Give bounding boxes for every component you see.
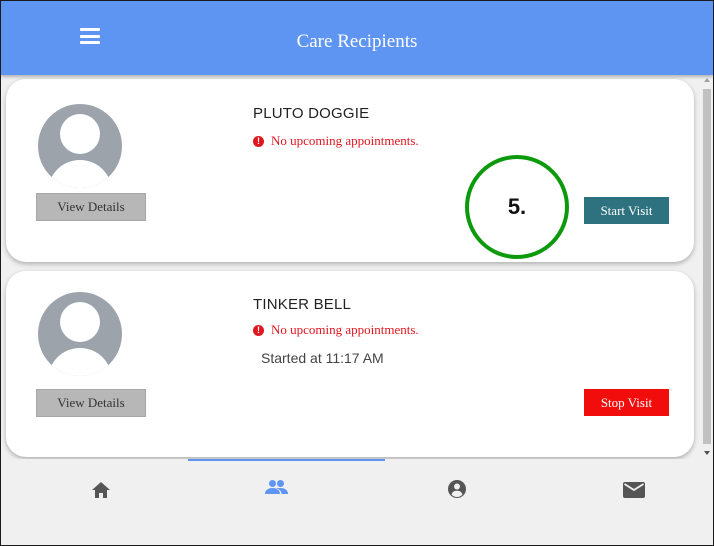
view-details-button[interactable]: View Details xyxy=(36,193,146,221)
scroll-up-arrow-icon[interactable] xyxy=(704,78,710,82)
recipient-card: View Details TINKER BELL ! No upcoming a… xyxy=(6,271,694,457)
mail-icon[interactable] xyxy=(619,477,649,503)
recipient-name: PLUTO DOGGIE xyxy=(253,105,370,122)
active-tab-indicator xyxy=(188,459,385,461)
app-header: Care Recipients xyxy=(1,1,713,75)
account-icon[interactable] xyxy=(442,477,472,503)
visit-started-time: Started at 11:17 AM xyxy=(261,350,384,366)
people-icon[interactable] xyxy=(261,477,291,503)
recipient-name: TINKER BELL xyxy=(253,296,352,313)
page-title: Care Recipients xyxy=(296,31,418,52)
appointment-status-text: No upcoming appointments. xyxy=(271,322,419,337)
view-details-button[interactable]: View Details xyxy=(36,389,146,417)
error-icon: ! xyxy=(253,135,264,147)
stop-visit-button[interactable]: Stop Visit xyxy=(584,389,669,416)
appointment-status: ! No upcoming appointments. xyxy=(253,322,419,338)
avatar-icon xyxy=(38,292,122,376)
scroll-down-arrow-icon[interactable] xyxy=(704,451,710,455)
start-visit-button[interactable]: Start Visit xyxy=(584,197,669,224)
home-icon[interactable] xyxy=(86,477,116,503)
appointment-status-text: No upcoming appointments. xyxy=(271,133,419,148)
app-frame: Care Recipients View Details PLUTO DOGGI… xyxy=(0,0,714,546)
step-marker: 5. xyxy=(465,155,569,259)
bottom-navigation xyxy=(1,459,713,545)
recipient-card: View Details PLUTO DOGGIE ! No upcoming … xyxy=(6,79,694,262)
avatar-icon xyxy=(38,104,122,188)
recipient-list[interactable]: View Details PLUTO DOGGIE ! No upcoming … xyxy=(1,75,701,459)
error-icon: ! xyxy=(253,324,264,336)
appointment-status: ! No upcoming appointments. xyxy=(253,133,419,149)
scrollbar[interactable] xyxy=(701,75,713,459)
scrollbar-thumb[interactable] xyxy=(703,89,711,444)
